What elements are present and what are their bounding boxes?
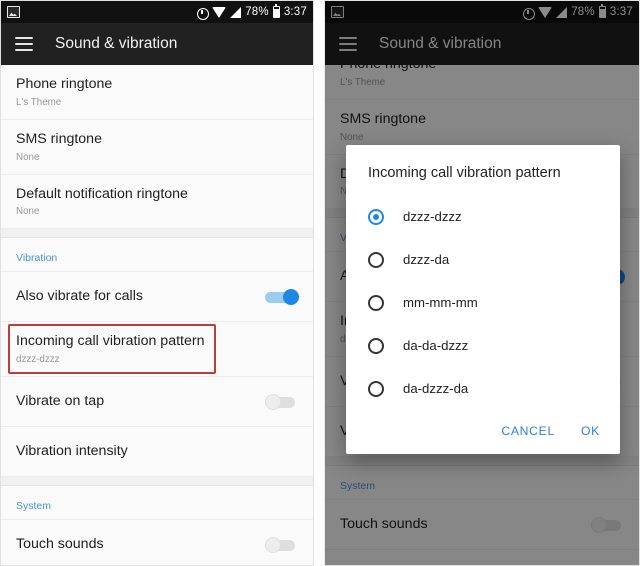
battery-icon (272, 4, 280, 18)
list-item-title: SMS ringtone (16, 130, 102, 147)
list-item-title: Incoming call vibration pattern (16, 333, 205, 350)
dialog-actions: CANCEL OK (346, 410, 620, 448)
list-item-title: Vibration intensity (16, 442, 128, 459)
dialog-title: Incoming call vibration pattern (368, 165, 561, 181)
radio-option-label: mm-mm-mm (403, 295, 478, 310)
radio-option-label: da-da-dzzz (403, 338, 469, 353)
clock: 3:37 (283, 6, 307, 18)
status-bar-right: 78% 3:37 (196, 4, 307, 20)
photo-icon (7, 6, 20, 18)
radio-unselected-icon[interactable] (368, 294, 384, 311)
section-header-vibration: Vibration (1, 238, 313, 273)
wifi-icon (212, 6, 227, 18)
list-item-title: Also vibrate for calls (16, 287, 143, 304)
cancel-button[interactable]: CANCEL (501, 424, 555, 438)
radio-option-label: dzzz-dzzz (403, 209, 462, 224)
list-item-subtitle: None (16, 206, 40, 218)
list-item-incoming-call-vibration-pattern[interactable]: Incoming call vibration pattern dzzz-dzz… (1, 322, 313, 377)
left-phone-panel: 78% 3:37 Sound & vibration Phone rington… (0, 0, 314, 566)
list-item-subtitle: dzzz-dzzz (16, 354, 60, 365)
vibration-pattern-dialog: Incoming call vibration pattern dzzz-dzz… (346, 145, 620, 454)
list-item-also-vibrate-for-calls[interactable]: Also vibrate for calls (1, 272, 313, 323)
radio-unselected-icon[interactable] (368, 380, 384, 397)
list-item-default-notification-ringtone[interactable]: Default notification ringtone None (1, 174, 313, 230)
app-bar: Sound & vibration (1, 23, 313, 65)
list-item-sms-ringtone[interactable]: SMS ringtone None (1, 119, 313, 175)
battery-percent: 78% (245, 6, 269, 18)
list-item-subtitle: L's Theme (16, 96, 62, 108)
radio-option-da-da-dzzz[interactable]: da-da-dzzz (346, 324, 620, 367)
radio-option-dzzz-dzzz[interactable]: dzzz-dzzz (346, 195, 620, 238)
ok-button[interactable]: OK (581, 424, 600, 438)
hamburger-menu-icon[interactable] (15, 37, 33, 51)
list-item-title: Vibrate on tap (16, 392, 105, 409)
list-item-title: Default notification ringtone (16, 185, 188, 202)
list-item-title: Phone ringtone (16, 76, 113, 92)
radio-option-da-dzzz-da[interactable]: da-dzzz-da (346, 367, 620, 410)
list-item-vibration-intensity[interactable]: Vibration intensity (1, 427, 313, 477)
radio-unselected-icon[interactable] (368, 251, 384, 268)
list-item-title: Touch sounds (16, 535, 104, 552)
section-header-system: System (1, 486, 313, 520)
radio-option-label: dzzz-da (403, 252, 450, 267)
list-item-phone-ringtone[interactable]: Phone ringtone L's Theme (1, 65, 313, 120)
section-divider (1, 477, 313, 486)
list-item-subtitle: None (16, 151, 40, 163)
alarm-icon (196, 6, 210, 20)
radio-unselected-icon[interactable] (368, 337, 384, 354)
status-bar-left (7, 6, 20, 18)
page-title: Sound & vibration (55, 35, 178, 52)
toggle-also-vibrate-for-calls[interactable] (265, 288, 299, 305)
signal-icon (230, 6, 242, 18)
radio-option-mm-mm-mm[interactable]: mm-mm-mm (346, 281, 620, 324)
toggle-touch-sounds[interactable] (265, 536, 299, 553)
radio-option-dzzz-da[interactable]: dzzz-da (346, 238, 620, 281)
toggle-vibrate-on-tap[interactable] (265, 393, 299, 410)
section-divider (1, 229, 313, 239)
right-phone-panel: 78% 3:37 Sound & vibration Phone rington… (324, 0, 640, 566)
list-item-vibrate-on-tap[interactable]: Vibrate on tap (1, 377, 313, 427)
radio-selected-icon[interactable] (368, 208, 384, 225)
radio-option-label: da-dzzz-da (403, 381, 469, 396)
status-bar: 78% 3:37 (1, 1, 313, 23)
settings-list: Phone ringtone L's Theme SMS ringtone No… (1, 65, 313, 565)
list-item-touch-sounds[interactable]: Touch sounds (1, 520, 313, 565)
screenshot-stage: 78% 3:37 Sound & vibration Phone rington… (0, 0, 640, 566)
